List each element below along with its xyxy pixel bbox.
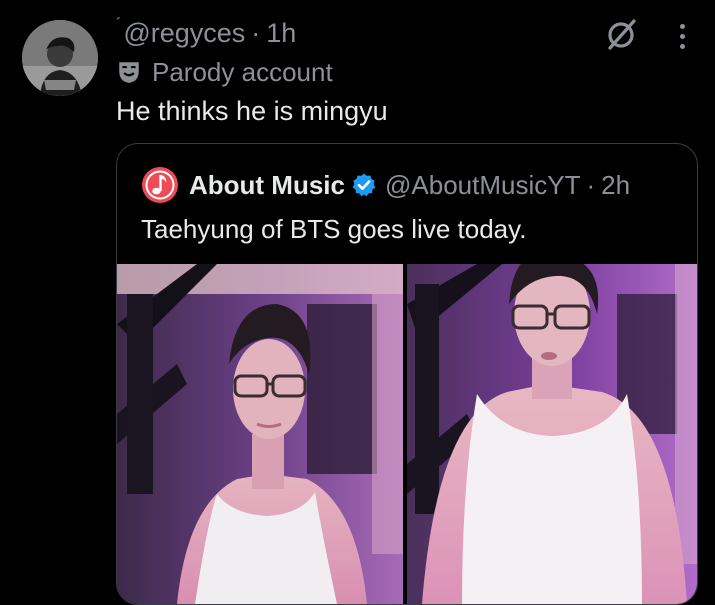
more-options-icon xyxy=(679,23,685,29)
music-note-icon[interactable] xyxy=(141,166,179,204)
more-options-icon xyxy=(679,33,685,39)
more-options-icon xyxy=(679,43,685,49)
avatar[interactable] xyxy=(22,20,98,96)
quoted-header: About Music @AboutMusicYT · 2h xyxy=(141,166,630,204)
media-image-1[interactable] xyxy=(117,264,403,604)
more-options-button[interactable] xyxy=(664,20,700,52)
handle-prefix-mark: ´ xyxy=(116,16,122,33)
hide-button[interactable] xyxy=(602,15,640,53)
verified-badge-icon[interactable] xyxy=(351,172,377,198)
parody-label: Parody account xyxy=(116,56,333,88)
avatar-image xyxy=(22,20,98,96)
media-image-2[interactable] xyxy=(407,264,697,604)
quoted-author-name[interactable]: About Music xyxy=(189,170,345,201)
parody-text: Parody account xyxy=(152,56,333,87)
quoted-author-handle[interactable]: @AboutMusicYT xyxy=(385,170,580,201)
quoted-tweet[interactable]: About Music @AboutMusicYT · 2h Taehyung … xyxy=(116,143,698,605)
hide-icon xyxy=(608,19,636,50)
tweet-time[interactable]: 1h xyxy=(266,18,296,49)
separator-dot: · xyxy=(251,17,261,48)
photo-left xyxy=(117,264,403,604)
theater-mask-icon xyxy=(119,62,139,83)
tweet-text: He thinks he is mingyu xyxy=(116,96,388,126)
tweet-header: ´ @regyces · 1h xyxy=(116,16,296,50)
separator-dot: · xyxy=(586,169,596,200)
photo-right xyxy=(407,264,697,604)
quoted-text: Taehyung of BTS goes live today. xyxy=(141,214,527,244)
quoted-time[interactable]: 2h xyxy=(601,170,630,201)
author-handle[interactable]: @regyces xyxy=(123,18,245,49)
